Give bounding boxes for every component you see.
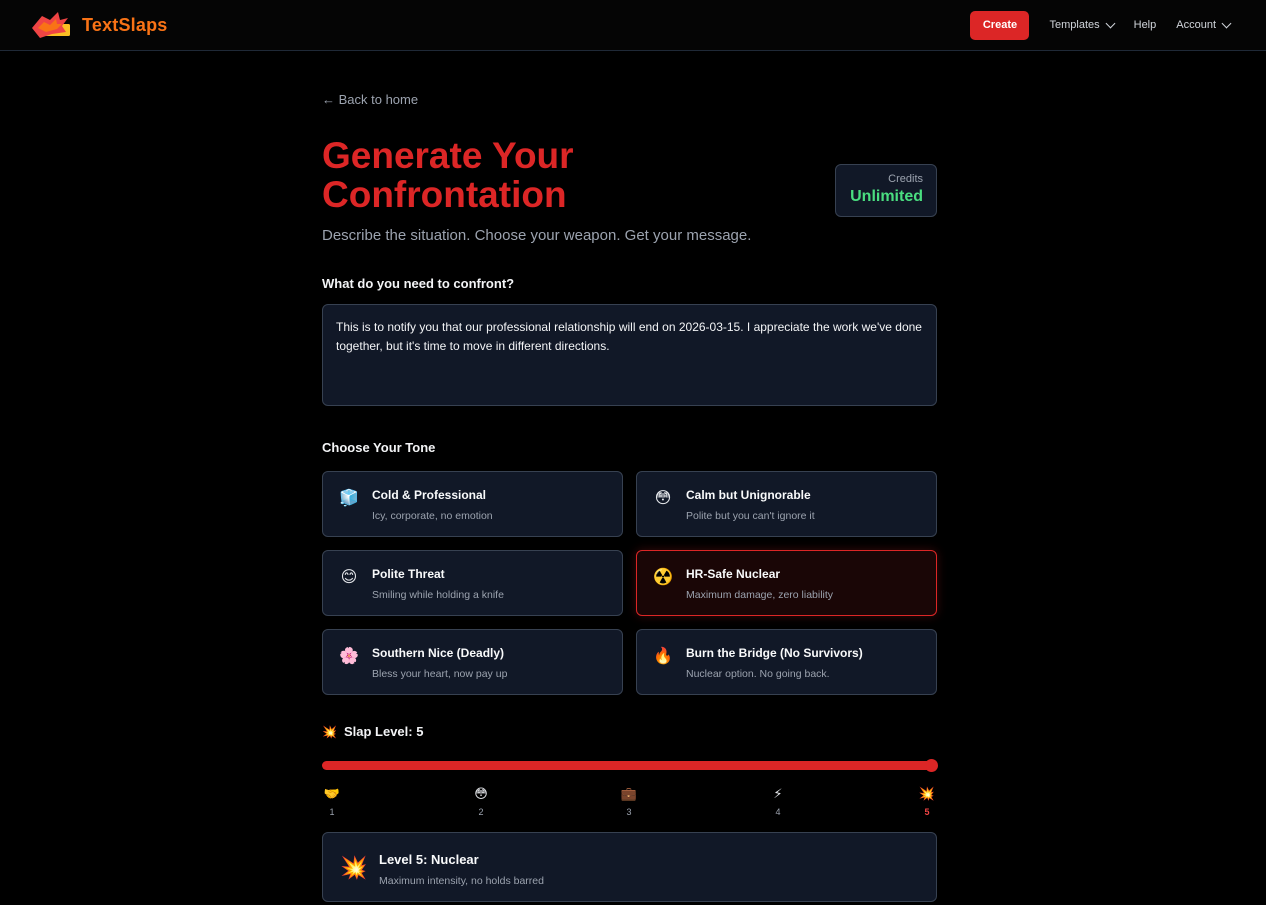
slap-hand-icon [30,10,72,40]
tone-name: HR-Safe Nuclear [686,567,781,581]
tone-desc: Smiling while holding a knife [372,589,504,601]
templates-label: Templates [1049,19,1100,31]
lightning-icon: ⚡ [773,786,783,801]
slap-level-slider[interactable] [322,761,937,770]
handshake-icon: 🤝 [323,786,341,801]
credits-value: Unlimited [850,188,923,205]
tone-desc: Nuclear option. No going back. [686,668,830,680]
collision-icon: 💥 [322,724,337,739]
tone-name: Southern Nice (Deadly) [372,646,505,660]
collision-icon: 💥 [340,855,368,880]
help-label: Help [1133,19,1157,31]
create-button[interactable]: Create [970,10,1030,40]
fire-icon: 🔥 [653,648,673,665]
tone-desc: Bless your heart, now pay up [372,668,508,680]
flushed-face-icon: 😳 [474,786,488,801]
account-menu[interactable]: Account [1176,18,1232,31]
chevron-down-icon [1221,18,1232,28]
back-link[interactable]: ← Back to home [322,92,937,107]
briefcase-icon: 💼 [620,786,638,801]
level-mark-3[interactable]: 💼 3 [614,785,644,817]
level-number: 1 [329,807,335,817]
confront-textarea[interactable]: This is to notify you that our professio… [322,304,937,406]
brand-name: TextSlaps [82,14,168,35]
level-mark-2[interactable]: 😳 2 [466,785,496,817]
ice-cube-icon: 🧊 [339,490,359,507]
level-number: 5 [924,807,930,817]
confront-label: What do you need to confront? [322,276,515,291]
level-number: 2 [478,807,484,817]
chevron-down-icon [1105,18,1116,28]
tone-option-southern-nice[interactable]: 🌸 Southern Nice (Deadly) Bless your hear… [322,629,623,695]
slider-thumb[interactable] [925,759,938,772]
slap-level-heading: 💥 Slap Level: 5 [322,724,937,739]
level-mark-4[interactable]: ⚡ 4 [763,785,793,817]
level-description-card: 💥 Level 5: Nuclear Maximum intensity, no… [322,832,937,902]
help-link[interactable]: Help [1134,19,1157,31]
tone-name: Cold & Professional [372,488,487,502]
logo[interactable]: TextSlaps [30,10,168,40]
tone-label: Choose Your Tone [322,440,436,455]
level-mark-5[interactable]: 💥 5 [912,785,942,817]
flushed-face-icon: 😳 [654,490,672,507]
tone-option-cold-professional[interactable]: 🧊 Cold & Professional Icy, corporate, no… [322,471,623,537]
tone-option-polite-threat[interactable]: 😊 Polite Threat Smiling while holding a … [322,550,623,616]
tone-option-calm-unignorable[interactable]: 😳 Calm but Unignorable Polite but you ca… [636,471,937,537]
tone-option-hr-safe-nuclear[interactable]: ☢️ HR-Safe Nuclear Maximum damage, zero … [636,550,937,616]
slap-level-label: Slap Level: 5 [343,724,424,739]
blossom-icon: 🌸 [339,648,359,665]
level-description: Maximum intensity, no holds barred [379,875,544,887]
level-name: Level 5: Nuclear [379,852,479,867]
radioactive-icon: ☢️ [653,569,673,586]
templates-menu[interactable]: Templates [1049,18,1116,31]
tone-name: Burn the Bridge (No Survivors) [686,646,863,660]
level-number: 3 [626,807,632,817]
tone-name: Polite Threat [372,567,445,581]
collision-icon: 💥 [918,786,936,801]
credits-badge: Credits Unlimited [835,164,937,217]
level-mark-1[interactable]: 🤝 1 [317,785,347,817]
tone-name: Calm but Unignorable [686,488,811,502]
tone-desc: Maximum damage, zero liability [686,589,834,601]
level-number: 4 [775,807,781,817]
tone-desc: Icy, corporate, no emotion [372,510,493,522]
tone-option-burn-the-bridge[interactable]: 🔥 Burn the Bridge (No Survivors) Nuclear… [636,629,937,695]
page-subtitle: Describe the situation. Choose your weap… [322,227,752,244]
top-nav: TextSlaps Create Templates Help Account [0,0,1266,51]
credits-label: Credits [888,173,923,185]
account-label: Account [1176,19,1216,31]
page-title: Generate Your Confrontation [322,135,574,215]
tone-desc: Polite but you can't ignore it [686,510,815,522]
smiling-face-icon: 😊 [340,569,358,586]
